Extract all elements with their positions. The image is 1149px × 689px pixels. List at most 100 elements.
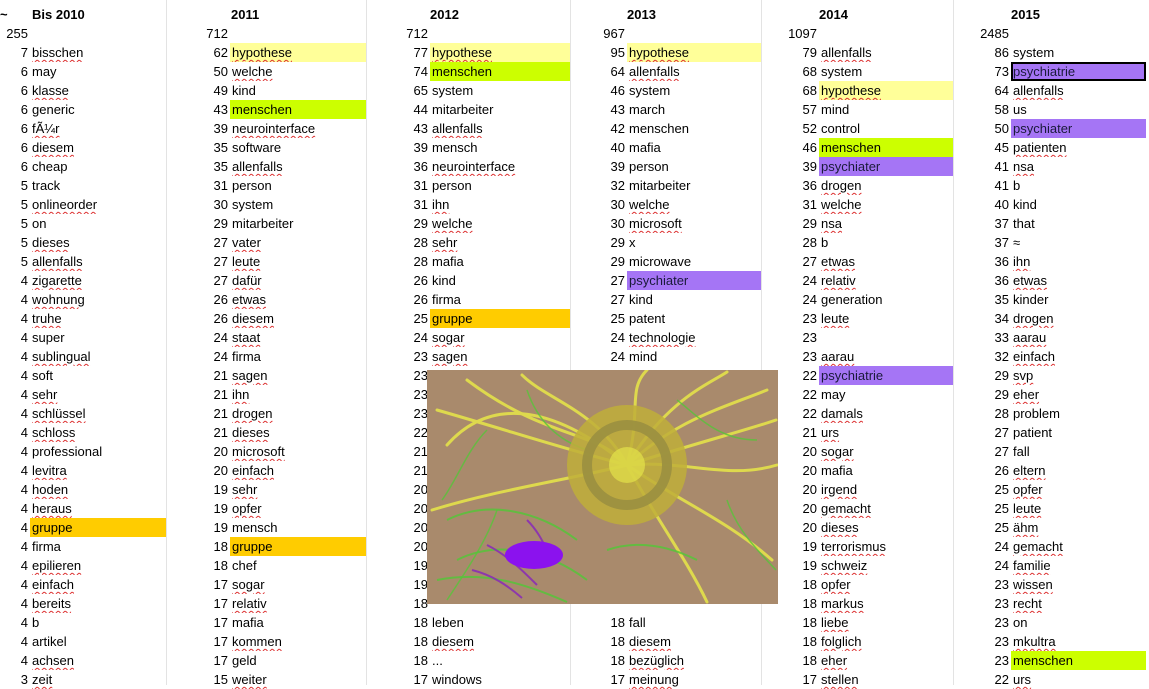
word-cell[interactable]: relativ (819, 271, 953, 290)
word-cell[interactable]: microsoft (627, 214, 761, 233)
word-cell[interactable]: psychiater (1011, 119, 1146, 138)
word-cell[interactable]: folglich (819, 632, 953, 651)
word-cell[interactable]: diesem (30, 138, 166, 157)
count-cell[interactable]: 18 (366, 594, 430, 613)
count-cell[interactable]: 23 (366, 404, 430, 423)
count-cell[interactable]: 17 (166, 575, 230, 594)
word-cell[interactable]: psychiatrie (819, 366, 953, 385)
word-cell[interactable]: leben (430, 613, 570, 632)
word-cell[interactable]: hypothese (627, 43, 761, 62)
word-cell[interactable]: onlineorder (30, 195, 166, 214)
word-cell[interactable]: weiter (230, 670, 366, 689)
word-cell[interactable]: hypothese (230, 43, 366, 62)
word-cell[interactable]: dieses (819, 518, 953, 537)
count-cell[interactable]: 29 (953, 366, 1011, 385)
count-cell[interactable]: 77 (366, 43, 430, 62)
word-cell[interactable]: aarau (1011, 328, 1146, 347)
word-cell[interactable]: march (627, 100, 761, 119)
word-cell[interactable]: etwas (1011, 271, 1146, 290)
count-cell[interactable]: 33 (953, 328, 1011, 347)
word-cell[interactable]: mitarbeiter (430, 100, 570, 119)
count-cell[interactable]: 7 (0, 43, 30, 62)
count-cell[interactable]: 35 (166, 157, 230, 176)
word-cell[interactable]: generation (819, 290, 953, 309)
count-cell[interactable]: 18 (166, 556, 230, 575)
count-cell[interactable]: 37 (953, 214, 1011, 233)
count-cell[interactable]: 45 (953, 138, 1011, 157)
year-header[interactable]: 2011 (231, 5, 361, 24)
count-cell[interactable]: 22 (366, 423, 430, 442)
count-cell[interactable]: 19 (166, 499, 230, 518)
word-cell[interactable]: psychiater (627, 271, 761, 290)
word-cell[interactable]: allenfalls (627, 62, 761, 81)
word-cell[interactable]: menschen (1011, 651, 1146, 670)
word-cell[interactable]: neurointerface (230, 119, 366, 138)
word-cell[interactable]: microsoft (230, 442, 366, 461)
word-cell[interactable]: welche (430, 214, 570, 233)
total-cell[interactable]: 1097 (761, 24, 819, 43)
word-cell[interactable]: psychiatrie (1011, 62, 1146, 81)
word-cell[interactable]: b (30, 613, 166, 632)
count-cell[interactable]: 4 (0, 404, 30, 423)
word-cell[interactable]: mind (627, 347, 761, 366)
count-cell[interactable]: 30 (570, 214, 627, 233)
count-cell[interactable]: 22 (953, 670, 1011, 689)
word-cell[interactable]: einfach (30, 575, 166, 594)
count-cell[interactable]: 4 (0, 651, 30, 670)
word-cell[interactable]: that (1011, 214, 1146, 233)
count-cell[interactable]: 57 (761, 100, 819, 119)
word-cell[interactable] (819, 328, 953, 347)
count-cell[interactable]: 32 (570, 176, 627, 195)
word-cell[interactable]: nsa (1011, 157, 1146, 176)
count-cell[interactable]: 46 (761, 138, 819, 157)
word-cell[interactable]: system (627, 81, 761, 100)
word-cell[interactable]: mensch (230, 518, 366, 537)
word-cell[interactable]: system (819, 62, 953, 81)
count-cell[interactable]: 31 (166, 176, 230, 195)
count-cell[interactable]: 4 (0, 461, 30, 480)
word-cell[interactable]: patent (627, 309, 761, 328)
word-cell[interactable]: eher (819, 651, 953, 670)
count-cell[interactable]: 62 (166, 43, 230, 62)
word-cell[interactable]: professional (30, 442, 166, 461)
count-cell[interactable]: 18 (761, 651, 819, 670)
word-cell[interactable]: epilieren (30, 556, 166, 575)
word-cell[interactable]: generic (30, 100, 166, 119)
count-cell[interactable]: 23 (366, 366, 430, 385)
corner-cell[interactable]: ~ (0, 5, 30, 24)
word-cell[interactable]: kind (230, 81, 366, 100)
word-cell[interactable]: person (230, 176, 366, 195)
word-cell[interactable]: recht (1011, 594, 1146, 613)
count-cell[interactable]: 36 (953, 271, 1011, 290)
count-cell[interactable]: 50 (953, 119, 1011, 138)
count-cell[interactable]: 4 (0, 613, 30, 632)
word-cell[interactable]: aarau (819, 347, 953, 366)
count-cell[interactable]: 34 (953, 309, 1011, 328)
word-cell[interactable]: welche (230, 62, 366, 81)
count-cell[interactable]: 15 (166, 670, 230, 689)
count-cell[interactable]: 27 (953, 423, 1011, 442)
count-cell[interactable]: 17 (166, 632, 230, 651)
word-cell[interactable]: fall (627, 613, 761, 632)
word-cell[interactable]: klasse (30, 81, 166, 100)
count-cell[interactable]: 39 (366, 138, 430, 157)
word-cell[interactable]: patienten (1011, 138, 1146, 157)
word-cell[interactable]: fÃ¼r (30, 119, 166, 138)
count-cell[interactable]: 37 (953, 233, 1011, 252)
count-cell[interactable]: 25 (366, 309, 430, 328)
count-cell[interactable]: 29 (953, 385, 1011, 404)
year-header[interactable]: Bis 2010 (32, 5, 162, 24)
word-cell[interactable]: opfer (1011, 480, 1146, 499)
word-cell[interactable]: zigarette (30, 271, 166, 290)
count-cell[interactable]: 23 (761, 347, 819, 366)
count-cell[interactable]: 17 (570, 670, 627, 689)
count-cell[interactable]: 21 (166, 404, 230, 423)
count-cell[interactable]: 19 (366, 556, 430, 575)
count-cell[interactable]: 36 (953, 252, 1011, 271)
count-cell[interactable]: 4 (0, 632, 30, 651)
word-cell[interactable]: mind (819, 100, 953, 119)
count-cell[interactable]: 58 (953, 100, 1011, 119)
count-cell[interactable]: 39 (570, 157, 627, 176)
count-cell[interactable]: 21 (366, 442, 430, 461)
count-cell[interactable]: 24 (953, 537, 1011, 556)
